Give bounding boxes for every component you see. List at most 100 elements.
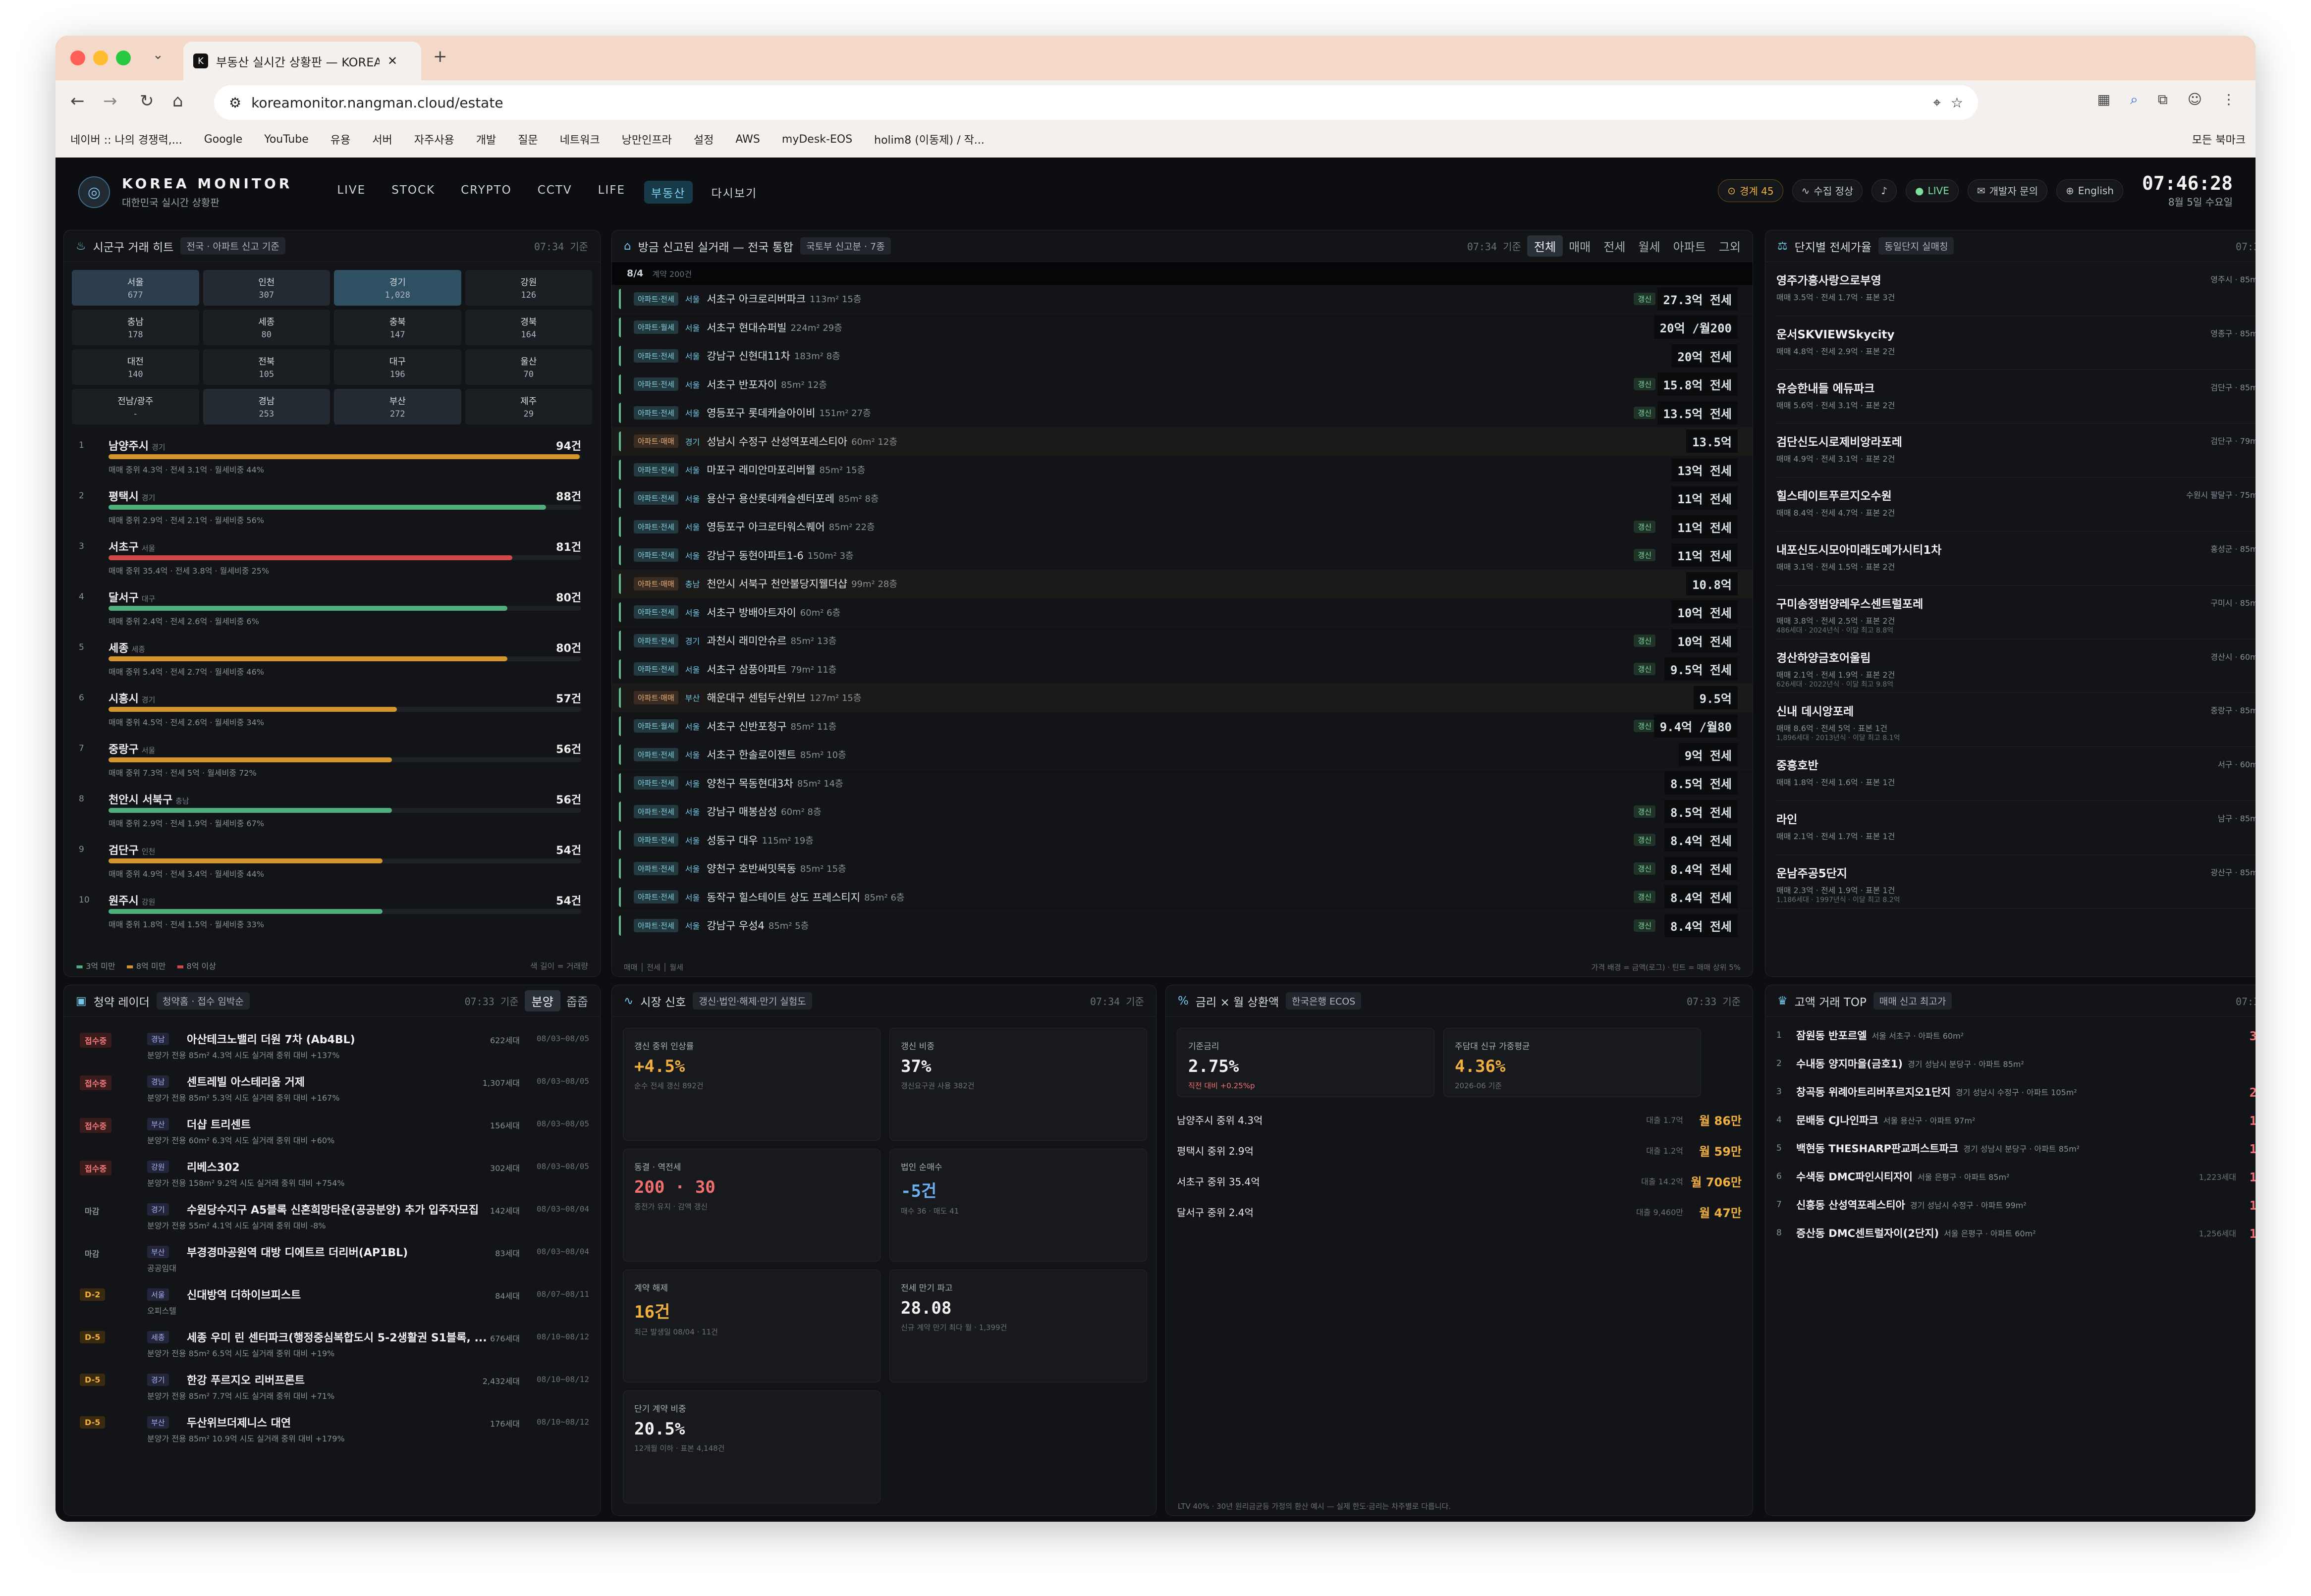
deal-row[interactable]: 아파트·전세 서울 강남구 동현아파트1-6 150m² 3층 갱신 11억 전세 <box>612 541 1753 570</box>
deal-row[interactable]: 아파트·전세 서울 강남구 신현대11차 183m² 8층 20억 전세 <box>612 342 1753 371</box>
heat-cell[interactable]: 서울 677 <box>72 270 199 306</box>
top-item[interactable]: 1 잠원동 반포르엘 서울 서초구 · 아파트 60m² 35.4억 <box>1776 1021 2256 1049</box>
deal-row[interactable]: 아파트·매매 부산 해운대구 센텀두산위브 127m² 15층 9.5억 <box>612 684 1753 712</box>
jeonse-item[interactable]: 검단신도시로제비앙라포레검단구 · 79m²63%매매 4.9억 · 전세 3.… <box>1776 424 2256 478</box>
heat-cell[interactable]: 충남 178 <box>72 310 199 345</box>
tab-list-icon[interactable]: ⌄ <box>153 48 164 62</box>
contact-button[interactable]: ✉ 개발자 문의 <box>1967 179 2047 202</box>
heat-cell[interactable]: 울산 70 <box>465 349 592 385</box>
signal-card[interactable]: 동결 · 역전세 200 · 30 종전가 유지 · 감액 갱신 <box>623 1149 880 1262</box>
jeonse-item[interactable]: 라인남구 · 85m²81%매매 2.1억 · 전세 1.7억 · 표본 1건 <box>1776 801 2256 855</box>
rank-item[interactable]: 7 중랑구 서울 56건 매매 중위 7.3억 · 전세 5억 · 월세비중 72% <box>74 736 590 786</box>
rank-item[interactable]: 6 시흥시 경기 57건 매매 중위 4.5억 · 전세 2.6억 · 월세비중 34% <box>74 685 590 736</box>
deal-row[interactable]: 아파트·전세 서울 강남구 매봉삼성 60m² 8층 갱신 8.5억 전세 <box>612 798 1753 826</box>
payment-row[interactable]: 달서구 중위 2.4억 대출 9,460만 월 47만 <box>1166 1196 1753 1227</box>
location-icon[interactable]: ⌖ <box>1933 94 1941 111</box>
deal-tab[interactable]: 매매 <box>1569 237 1591 255</box>
payment-row[interactable]: 평택시 중위 2.9억 대출 1.2억 월 59만 <box>1166 1135 1753 1166</box>
sub-item[interactable]: D-5 부산 두산위브더제니스 대연 분양가 전용 85m² 10.9억 시도 실거래… <box>75 1406 589 1449</box>
payment-row[interactable]: 서초구 중위 35.4억 대출 14.2억 월 706만 <box>1166 1166 1753 1196</box>
nav-item[interactable]: STOCK <box>391 184 435 201</box>
bookmark-item[interactable]: 모든 북마크 <box>2192 131 2246 147</box>
heat-cell[interactable]: 전남/광주 - <box>72 389 199 425</box>
rank-item[interactable]: 9 검단구 인천 54건 매매 중위 4.9억 · 전세 3.4억 · 월세비중 44% <box>74 837 590 887</box>
search-extension-icon[interactable]: ⌕ <box>2130 91 2138 108</box>
bookmark-item[interactable]: 개발 <box>476 131 496 147</box>
logo-icon[interactable]: ◎ <box>78 176 110 208</box>
zoom-window-button[interactable] <box>116 51 131 65</box>
minimize-window-button[interactable] <box>93 51 108 65</box>
deal-row[interactable]: 아파트·전세 서울 영등포구 롯데캐슬아이비 151m² 27층 갱신 13.5억 전세 <box>612 399 1753 427</box>
nav-item[interactable]: LIFE <box>598 184 625 201</box>
nav-item[interactable]: CCTV <box>538 184 572 201</box>
signal-card[interactable]: 전세 만기 파고 28.08 신규 계약 만기 최다 월 · 1,399건 <box>889 1270 1147 1383</box>
heat-cell[interactable]: 대구 196 <box>334 349 461 385</box>
jeonse-item[interactable]: 신내 데시앙포레중랑구 · 85m²58%매매 8.6억 · 전세 5억 · 표… <box>1776 693 2256 747</box>
alert-level-badge[interactable]: ⊙ 경계 45 <box>1718 179 1783 202</box>
bookmark-item[interactable]: 낭만인프라 <box>622 131 672 147</box>
top-item[interactable]: 4 문배동 CJ나인파크 서울 용산구 · 아파트 97m² 18.7억 <box>1776 1106 2256 1134</box>
sub-item[interactable]: 접수중 경남 센트레빌 아스테리움 거제 분양가 전용 85m² 5.3억 시도 실거… <box>75 1065 589 1108</box>
jeonse-item[interactable]: 경산하양금호어울림경산시 · 60m²94%매매 2.1억 · 전세 1.9억 … <box>1776 639 2256 693</box>
sound-button[interactable]: ♪ <box>1871 179 1897 202</box>
bookmark-item[interactable]: 질문 <box>518 131 538 147</box>
jeonse-item[interactable]: 중흥호반서구 · 60m²85%매매 1.8억 · 전세 1.6억 · 표본 1… <box>1776 747 2256 801</box>
bookmark-item[interactable]: holim8 (이동제) / 작... <box>874 131 985 147</box>
rank-item[interactable]: 1 남양주시 경기 94건 매매 중위 4.3억 · 전세 3.1억 · 월세비중 44… <box>74 432 590 483</box>
sub-item[interactable]: D-2 서울 신대방역 더하이브피스트 오피스텔 84세대 08/07~08/11 <box>75 1278 589 1321</box>
bookmark-item[interactable]: 유용 <box>330 131 350 147</box>
top-item[interactable]: 2수내동 양지마을(금호1)경기 성남시 분당구 · 아파트 85m²24억 <box>1776 1049 2256 1077</box>
deal-row[interactable]: 아파트·전세 서울 마포구 래미안마포리버웰 85m² 15층 13억 전세 <box>612 456 1753 484</box>
sub-item[interactable]: D-5 세종 세종 우미 린 센터파크(행정중심복합도시 5-2생활권 S1블록, … <box>75 1321 589 1364</box>
bookmark-item[interactable]: Google <box>204 133 243 146</box>
deal-tab[interactable]: 아파트 <box>1673 237 1706 255</box>
deal-row[interactable]: 아파트·전세 서울 서초구 아크로리버파크 113m² 15층 갱신 27.3억 전세 <box>612 285 1753 314</box>
signal-card[interactable]: 계약 해제 16건 최근 발생일 08/04 · 11건 <box>623 1270 880 1383</box>
deal-tab[interactable]: 월세 <box>1638 237 1660 255</box>
bookmark-item[interactable]: 자주사용 <box>414 131 454 147</box>
deal-row[interactable]: 아파트·전세 서울 용산구 용산롯데캐슬센터포레 85m² 8층 11억 전세 <box>612 484 1753 513</box>
close-tab-icon[interactable]: ✕ <box>387 54 397 68</box>
puzzle-icon[interactable]: ⧉ <box>2158 91 2168 108</box>
heat-cell[interactable]: 경북 164 <box>465 310 592 345</box>
nav-item[interactable]: 부동산 <box>644 181 693 204</box>
site-info-icon[interactable]: ⚙ <box>229 95 241 111</box>
heat-cell[interactable]: 강원 126 <box>465 270 592 306</box>
sub-item[interactable]: 마감 경기 수원당수지구 A5블록 신혼희망타운(공공분양) 추가 입주자모집 분양가… <box>75 1193 589 1236</box>
deal-row[interactable]: 아파트·전세 서울 양천구 목동현대3차 85m² 14층 8.5억 전세 <box>612 769 1753 798</box>
bookmark-item[interactable]: myDesk-EOS <box>782 133 852 146</box>
back-button[interactable]: ← <box>70 91 85 111</box>
deal-row[interactable]: 아파트·매매 경기 성남시 수정구 산성역포레스티아 60m² 12층 13.5억 <box>612 427 1753 456</box>
jeonse-item[interactable]: 힐스테이트푸르지오수원수원시 팔달구 · 75m²56%매매 8.4억 · 전세… <box>1776 478 2256 532</box>
rank-item[interactable]: 8 천안시 서북구 충남 56건 매매 중위 2.9억 · 전세 1.9억 · 월세비중… <box>74 786 590 837</box>
jeonse-item[interactable]: 영주가흥사랑으로부영영주시 · 85m²49%매매 3.5억 · 전세 1.7억… <box>1776 262 2256 316</box>
top-item[interactable]: 6 수색동 DMC파인시티자이 서울 은평구 · 아파트 85m² 1,223세대 16… <box>1776 1162 2256 1190</box>
rank-item[interactable]: 4 달서구 대구 80건 매매 중위 2.4억 · 전세 2.6억 · 월세비중 6% <box>74 584 590 635</box>
new-tab-button[interactable]: + <box>433 47 447 66</box>
top-item[interactable]: 3 창곡동 위례아트리버푸르지오1단지 경기 성남시 수정구 · 아파트 105m²… <box>1776 1077 2256 1106</box>
profile-icon[interactable]: ☺ <box>2188 91 2202 108</box>
deal-row[interactable]: 아파트·월세 서울 서초구 신반포청구 85m² 11층 갱신 9.4억 /월80 <box>612 712 1753 741</box>
deal-row[interactable]: 아파트·전세 서울 양천구 호반써밋목동 85m² 15층 갱신 8.4억 전세 <box>612 854 1753 883</box>
address-bar[interactable]: ⚙ koreamonitor.nangman.cloud/estate ⌖ ☆ <box>214 85 1978 120</box>
sub-item[interactable]: D-5 경기 한강 푸르지오 리버프론트 분양가 전용 85m² 7.7억 시도 실거… <box>75 1364 589 1406</box>
menu-icon[interactable]: ⋮ <box>2222 91 2236 108</box>
browser-tab[interactable]: K 부동산 실시간 상황판 — KOREA MONITOR ✕ <box>183 42 421 80</box>
rank-item[interactable]: 3 서초구 서울 81건 매매 중위 35.4억 · 전세 3.8억 · 월세비중 25… <box>74 533 590 584</box>
deal-row[interactable]: 아파트·전세 경기 과천시 래미안슈르 85m² 13층 갱신 10억 전세 <box>612 627 1753 655</box>
collect-status-badge[interactable]: ∿ 수집 정상 <box>1792 179 1863 202</box>
deal-row[interactable]: 아파트·전세 서울 성동구 대우 115m² 19층 갱신 8.4억 전세 <box>612 826 1753 854</box>
tab-bunyang[interactable]: 분양 <box>524 990 560 1011</box>
rank-item[interactable]: 5 세종 세종 80건 매매 중위 5.4억 · 전세 2.7억 · 월세비중 46% <box>74 635 590 685</box>
heat-cell[interactable]: 충북 147 <box>334 310 461 345</box>
jeonse-item[interactable]: 유승한내들 에듀파크검단구 · 85m²55%매매 5.6억 · 전세 3.1억… <box>1776 370 2256 424</box>
deal-row[interactable]: 아파트·전세 서울 서초구 삼풍아파트 79m² 11층 갱신 9.5억 전세 <box>612 655 1753 684</box>
bookmark-item[interactable]: AWS <box>735 133 760 146</box>
extension-icon[interactable]: ▦ <box>2097 91 2110 108</box>
jeonse-item[interactable]: 내포신도시모아미래도메가시티1차홍성군 · 85m²48%매매 3.1억 · 전… <box>1776 532 2256 585</box>
signal-card[interactable]: 갱신 비중 37% 갱신요구권 사용 382건 <box>889 1028 1147 1141</box>
deal-tab[interactable]: 전체 <box>1527 235 1563 257</box>
bookmark-item[interactable]: 서버 <box>372 131 392 147</box>
forward-button[interactable]: → <box>103 91 117 111</box>
jeonse-item[interactable]: 운서SKVIEWSkycity영종구 · 85m²62%매매 4.8억 · 전세… <box>1776 316 2256 370</box>
